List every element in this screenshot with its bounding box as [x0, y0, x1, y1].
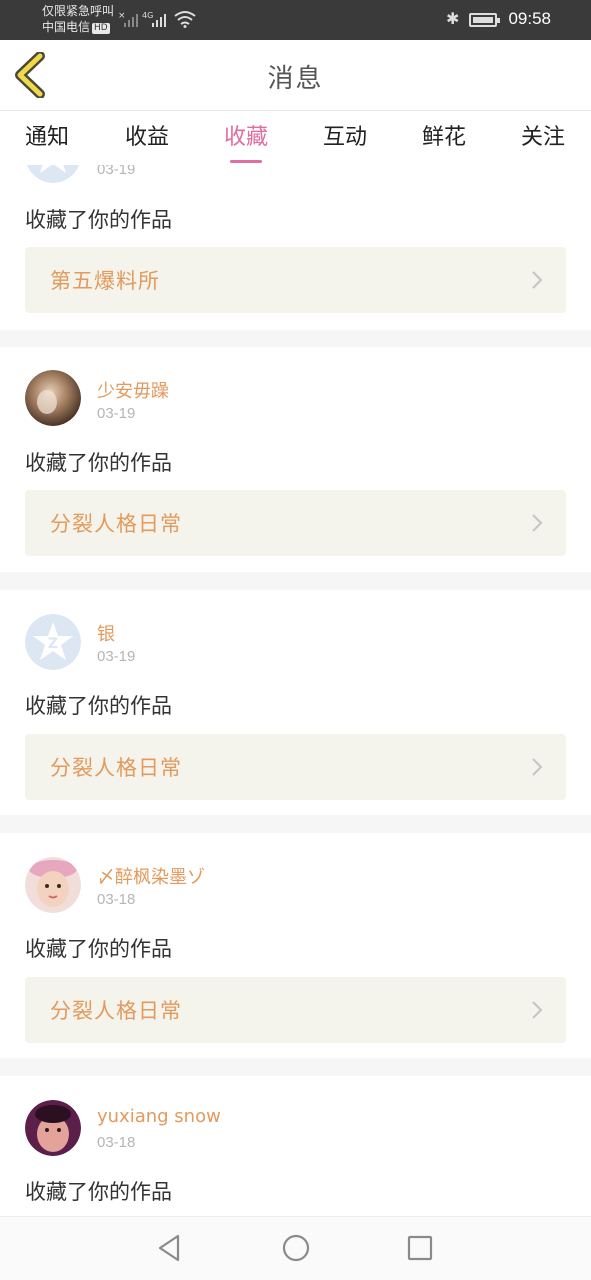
item-username[interactable]: 银 [97, 620, 115, 646]
work-link[interactable]: 分裂人格日常 [25, 490, 566, 556]
item-username[interactable]: 少安毋躁 [97, 377, 169, 403]
bluetooth-icon: ✱ [446, 9, 460, 28]
item-username[interactable]: 〆醉枫染墨ゾ [97, 863, 205, 889]
tab-label: 通知 [24, 125, 70, 150]
page-title: 消息 [267, 64, 324, 94]
item-date: 03-19 [97, 648, 136, 665]
item-action-text: 收藏了你的作品 [25, 1180, 172, 1204]
item-date: 03-19 [97, 165, 136, 178]
item-action-text: 收藏了你的作品 [25, 694, 172, 718]
status-bar: 仅限紧急呼叫 中国电信 HD × 4G ✱ 09:58 [0, 0, 591, 40]
favorites-feed[interactable]: 03-19 收藏了你的作品 第五爆料所 少安毋躁 03-19 收藏了你的作品 分… [0, 165, 591, 1216]
item-date: 03-18 [97, 891, 136, 908]
tab-favorites[interactable]: 收藏 [223, 119, 269, 163]
user-avatar[interactable] [25, 370, 81, 426]
tab-label: 关注 [520, 125, 566, 150]
item-action-text: 收藏了你的作品 [25, 208, 172, 232]
list-item: Z 银 03-19 收藏了你的作品 分裂人格日常 [0, 590, 591, 815]
status-time: 09:58 [508, 9, 551, 28]
item-date: 03-19 [97, 405, 136, 422]
list-item: 少安毋躁 03-19 收藏了你的作品 分裂人格日常 [0, 347, 591, 572]
recents-square-icon[interactable] [406, 1233, 434, 1263]
work-link[interactable]: 分裂人格日常 [25, 734, 566, 800]
work-link[interactable]: 第五爆料所 [25, 247, 566, 313]
svg-text:Z: Z [48, 636, 58, 652]
work-title: 分裂人格日常 [50, 756, 182, 780]
signal-4g-icon: 4G [142, 11, 166, 27]
hd-badge: HD [92, 23, 110, 34]
tab-label: 互动 [322, 125, 368, 150]
work-title: 第五爆料所 [50, 269, 160, 293]
battery-icon [469, 13, 500, 27]
tab-interactions[interactable]: 互动 [323, 119, 367, 151]
default-avatar-icon [26, 165, 80, 183]
item-action-text: 收藏了你的作品 [25, 451, 172, 475]
svg-text:×: × [118, 11, 126, 21]
chevron-right-icon [532, 271, 543, 289]
user-avatar[interactable] [25, 857, 81, 913]
default-avatar-icon[interactable]: Z [25, 614, 81, 670]
signal-icon: × [118, 11, 138, 27]
carrier-info: 仅限紧急呼叫 中国电信 HD [42, 3, 114, 35]
tab-flowers[interactable]: 鲜花 [422, 119, 466, 151]
system-navigation-bar [0, 1216, 591, 1280]
list-item: 03-19 收藏了你的作品 第五爆料所 [0, 165, 591, 330]
chevron-right-icon [532, 758, 543, 776]
item-action-text: 收藏了你的作品 [25, 937, 172, 961]
work-title: 分裂人格日常 [50, 999, 182, 1023]
back-triangle-icon[interactable] [156, 1233, 182, 1263]
tab-earnings[interactable]: 收益 [125, 119, 169, 151]
item-username[interactable]: yuxiang snow [97, 1106, 221, 1127]
chevron-right-icon [532, 1001, 543, 1019]
header-bar: 消息 [0, 40, 591, 111]
active-tab-indicator [229, 160, 262, 163]
list-item: yuxiang snow 03-18 收藏了你的作品 [0, 1076, 591, 1216]
carrier-line-2: 中国电信 [42, 20, 91, 34]
tab-notifications[interactable]: 通知 [25, 119, 69, 151]
work-title: 分裂人格日常 [50, 512, 182, 536]
tab-following[interactable]: 关注 [521, 119, 565, 151]
user-avatar[interactable] [25, 1100, 81, 1156]
network-type: 4G [142, 11, 153, 20]
work-link[interactable]: 分裂人格日常 [25, 977, 566, 1043]
tab-label: 收益 [124, 125, 170, 150]
list-item: 〆醉枫染墨ゾ 03-18 收藏了你的作品 分裂人格日常 [0, 833, 591, 1058]
tab-label: 收藏 [223, 125, 269, 150]
tab-label: 鲜花 [421, 125, 467, 150]
tab-bar: 通知 收益 收藏 互动 鲜花 关注 [0, 111, 591, 165]
wifi-icon [174, 11, 196, 28]
home-circle-icon[interactable] [281, 1233, 311, 1263]
carrier-line-1: 仅限紧急呼叫 [42, 4, 115, 18]
item-date: 03-18 [97, 1134, 136, 1151]
chevron-right-icon [532, 514, 543, 532]
